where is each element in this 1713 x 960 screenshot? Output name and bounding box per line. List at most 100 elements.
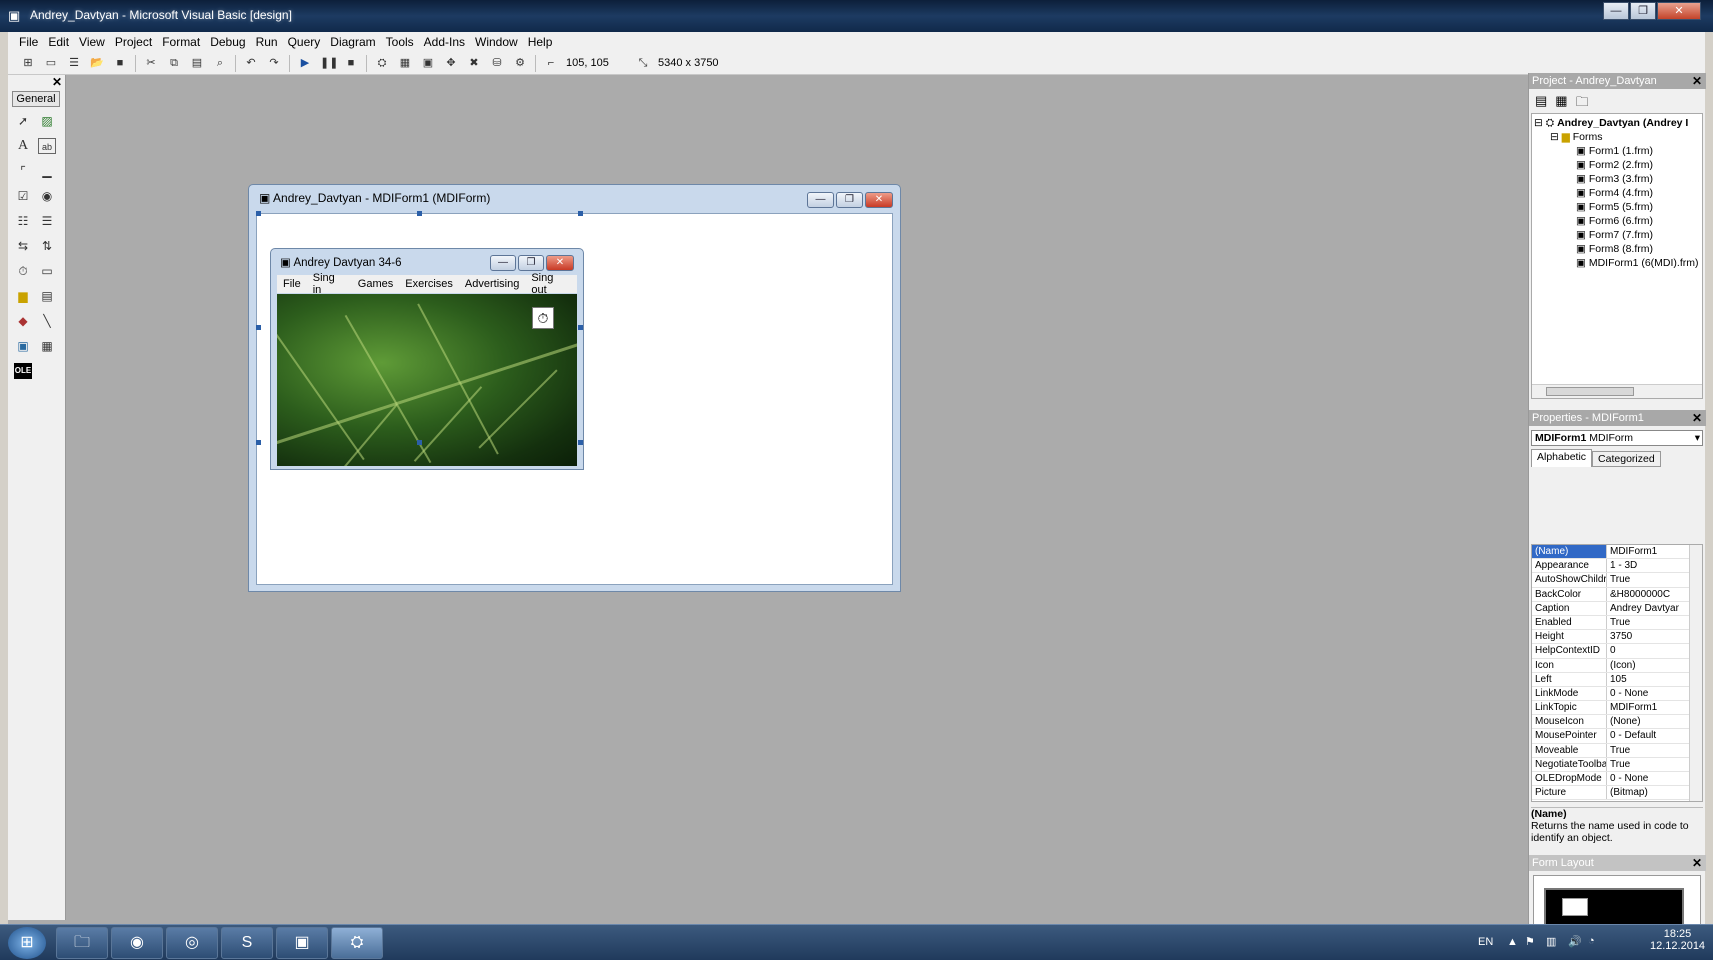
toolbox-tab-general[interactable]: General [12, 91, 60, 107]
timer-control-icon[interactable]: ⏱ [532, 307, 554, 329]
view-code-icon[interactable]: ▤ [1535, 93, 1547, 115]
ole-tool-icon[interactable]: OLE [14, 363, 32, 379]
tray-flag-icon[interactable]: ⚑ [1525, 935, 1535, 948]
pointer-tool-icon[interactable]: ➚ [14, 113, 32, 129]
property-value[interactable]: True [1607, 758, 1679, 771]
project-explorer-close-button[interactable]: ✕ [1692, 73, 1702, 89]
resize-handle[interactable] [256, 440, 261, 445]
resize-handle[interactable] [256, 325, 261, 330]
child-minimize-button[interactable]: — [490, 255, 516, 271]
start-button[interactable]: ⊞ [8, 927, 46, 959]
checkbox-tool-icon[interactable]: ☑ [14, 188, 32, 204]
mdi-form-window[interactable]: ▣ Andrey_Davtyan - MDIForm1 (MDIForm) — … [248, 184, 901, 592]
property-value[interactable]: (None) [1607, 715, 1679, 728]
vscrollbar-tool-icon[interactable]: ⇅ [38, 238, 56, 254]
resize-handle[interactable] [578, 211, 583, 216]
menu-editor-icon[interactable]: ☰ [66, 55, 82, 71]
property-value[interactable]: Andrey Davtyan [1607, 602, 1679, 615]
combobox-tool-icon[interactable]: ☷ [14, 213, 32, 229]
property-row[interactable]: (Name) MDIForm1 [1532, 545, 1702, 560]
view-object-icon[interactable]: ▦ [1555, 93, 1567, 115]
timer-tool-icon[interactable]: ⏱ [14, 263, 32, 279]
tray-volume-icon[interactable]: 🔊 [1568, 935, 1582, 948]
end-icon[interactable]: ■ [343, 55, 359, 71]
tray-clock[interactable]: 18:25 12.12.2014 [1650, 928, 1705, 952]
resize-handle[interactable] [417, 440, 422, 445]
object-selector[interactable]: MDIForm1 MDIForm ▾ [1531, 430, 1703, 446]
chevron-down-icon[interactable]: ▾ [1695, 431, 1700, 445]
menu-add-ins[interactable]: Add-Ins [419, 35, 470, 49]
property-value[interactable]: (Icon) [1607, 659, 1679, 672]
commandbutton-tool-icon[interactable]: ▁ [38, 163, 56, 179]
property-row[interactable]: Caption Andrey Davtyan [1532, 601, 1702, 616]
taskbar-powerpoint-icon[interactable]: ▣ [276, 927, 328, 959]
collapse-icon[interactable]: ⊟ [1534, 117, 1543, 129]
property-row[interactable]: Picture (Bitmap) [1532, 786, 1702, 801]
filelistbox-tool-icon[interactable]: ▤ [38, 288, 56, 304]
tab-alphabetic[interactable]: Alphabetic [1531, 449, 1593, 467]
start-icon[interactable]: ▶ [297, 55, 313, 71]
textbox-tool-icon[interactable]: ab [38, 138, 56, 154]
menu-project[interactable]: Project [110, 35, 157, 49]
shape-tool-icon[interactable]: ◆ [14, 313, 32, 329]
horizontal-scrollbar[interactable] [1532, 384, 1702, 398]
menu-tools[interactable]: Tools [381, 35, 419, 49]
property-row[interactable]: BackColor &H8000000C [1532, 587, 1702, 602]
mdi-minimize-button[interactable]: — [807, 192, 834, 208]
child-menu-exercises[interactable]: Exercises [399, 278, 459, 290]
menu-window[interactable]: Window [470, 35, 523, 49]
tree-item-form[interactable]: ▣ Form4 (4.frm) [1576, 187, 1653, 199]
menu-file[interactable]: File [14, 35, 43, 49]
tree-item-form[interactable]: ▣ Form8 (8.frm) [1576, 243, 1653, 255]
property-value[interactable]: True [1607, 744, 1679, 757]
property-row[interactable]: MouseIcon (None) [1532, 715, 1702, 730]
tree-item-form[interactable]: ▣ Form2 (2.frm) [1576, 159, 1653, 171]
label-tool-icon[interactable]: A [14, 138, 32, 154]
cut-icon[interactable]: ✂ [143, 55, 159, 71]
collapse-icon[interactable]: ⊟ [1550, 131, 1559, 143]
scrollbar-thumb[interactable] [1546, 387, 1634, 396]
resize-handle[interactable] [578, 440, 583, 445]
tab-categorized[interactable]: Categorized [1592, 451, 1661, 467]
taskbar-vb6-icon[interactable]: ⛭ [331, 927, 383, 959]
tray-network-icon[interactable]: ▥ [1546, 935, 1556, 948]
menu-format[interactable]: Format [157, 35, 205, 49]
property-value[interactable]: 0 - None [1607, 772, 1679, 785]
property-row[interactable]: LinkMode 0 - None [1532, 686, 1702, 702]
resize-handle[interactable] [578, 325, 583, 330]
property-value[interactable]: True [1607, 616, 1679, 629]
frame-tool-icon[interactable]: ⌜ [14, 163, 32, 179]
property-row[interactable]: Icon (Icon) [1532, 658, 1702, 673]
form-layout-icon[interactable]: ▣ [420, 55, 436, 71]
property-row[interactable]: Moveable True [1532, 743, 1702, 758]
mdi-maximize-button[interactable]: ❐ [836, 192, 863, 208]
project-explorer-icon[interactable]: ⛭ [374, 55, 390, 71]
property-value[interactable]: MDIForm1 [1607, 545, 1679, 558]
property-row[interactable]: HelpContextID 0 [1532, 644, 1702, 659]
tray-connection-icon[interactable]: ◔ [1588, 935, 1595, 947]
project-explorer-header[interactable]: Project - Andrey_Davtyan ✕ [1529, 73, 1706, 89]
tree-item-form[interactable]: ▣ Form5 (5.frm) [1576, 201, 1653, 213]
toolbox-icon[interactable]: ✖ [466, 55, 482, 71]
copy-icon[interactable]: ⧉ [166, 55, 182, 71]
menu-query[interactable]: Query [283, 35, 326, 49]
save-icon[interactable]: ■ [112, 55, 128, 71]
property-value[interactable]: 0 - None [1607, 687, 1679, 700]
vertical-scrollbar[interactable] [1689, 545, 1702, 801]
menu-diagram[interactable]: Diagram [325, 35, 380, 49]
taskbar-chrome-icon[interactable]: ◉ [111, 927, 163, 959]
language-indicator[interactable]: EN [1478, 936, 1493, 948]
property-value[interactable]: 0 - Default [1607, 729, 1679, 742]
menu-view[interactable]: View [74, 35, 110, 49]
child-menu-advertising[interactable]: Advertising [459, 278, 525, 290]
properties-close-button[interactable]: ✕ [1692, 410, 1702, 426]
child-menu-file[interactable]: File [277, 278, 307, 290]
tree-item-form[interactable]: ▣ Form3 (3.frm) [1576, 173, 1653, 185]
property-value[interactable]: (Bitmap) [1607, 786, 1679, 799]
tree-item-form[interactable]: ▣ Form7 (7.frm) [1576, 229, 1653, 241]
taskbar-explorer-icon[interactable]: 🗀 [56, 927, 108, 959]
property-row[interactable]: Height 3750 [1532, 630, 1702, 645]
form-layout-header[interactable]: Form Layout ✕ [1529, 855, 1706, 871]
data-tool-icon[interactable]: ▦ [38, 338, 56, 354]
property-row[interactable]: Appearance 1 - 3D [1532, 559, 1702, 574]
